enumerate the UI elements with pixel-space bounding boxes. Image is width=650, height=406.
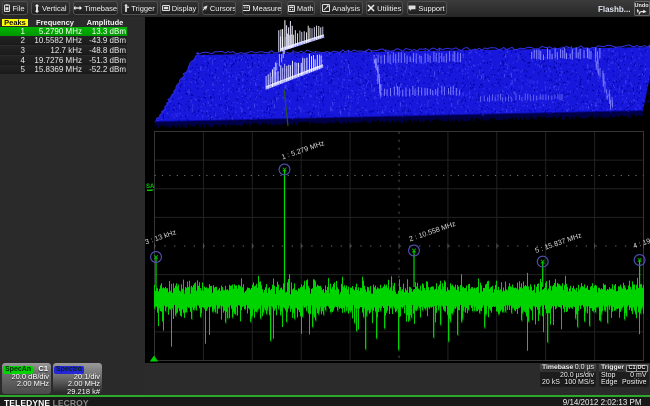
svg-text:3 : 13 kHz: 3 : 13 kHz bbox=[145, 227, 178, 246]
svg-text:2 : 10.558 MHz: 2 : 10.558 MHz bbox=[408, 219, 457, 244]
svg-text:SA: SA bbox=[146, 184, 155, 190]
svg-text:4 : 19.728 MHz: 4 : 19.728 MHz bbox=[632, 226, 650, 251]
svg-text:1 : 5.279 MHz: 1 : 5.279 MHz bbox=[280, 138, 326, 161]
svg-text:5 : 15.837 MHz: 5 : 15.837 MHz bbox=[534, 230, 583, 255]
